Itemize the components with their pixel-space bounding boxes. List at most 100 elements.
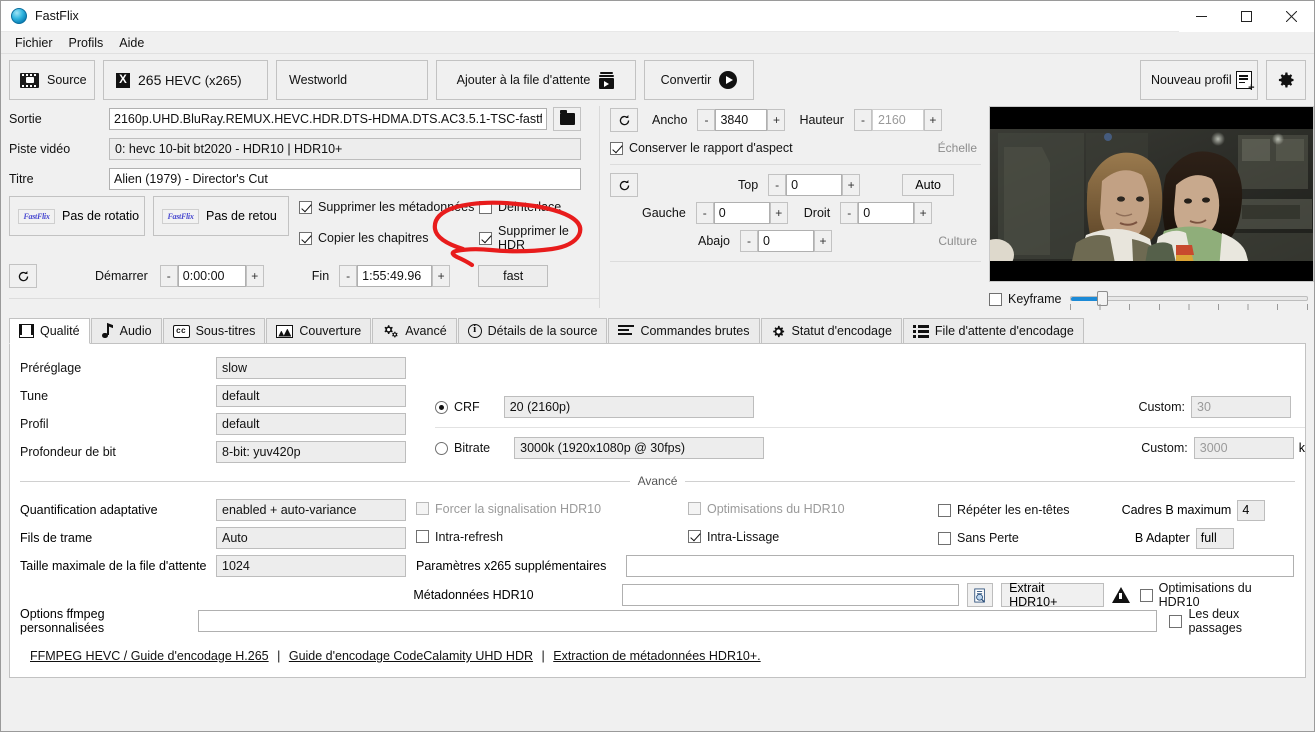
menu-fichier[interactable]: Fichier	[7, 34, 61, 52]
flip-select-button[interactable]: FastFlix Pas de retou	[153, 196, 289, 236]
hdr10-meta-input[interactable]	[622, 584, 959, 606]
new-profile-button[interactable]: Nouveau profil +	[1140, 60, 1258, 100]
profile-select[interactable]: default	[216, 413, 406, 435]
hdr10-opt2-checkbox[interactable]: Optimisations du HDR10	[1140, 581, 1295, 609]
crop-bottom-input[interactable]	[758, 230, 814, 252]
frame-threads-select[interactable]: Auto	[216, 527, 406, 549]
trim-reset-button[interactable]	[9, 264, 37, 288]
end-decrement-button[interactable]: -	[339, 265, 357, 287]
ffmpeg-options-input[interactable]	[198, 610, 1157, 632]
crop-left-input[interactable]	[714, 202, 770, 224]
source-button[interactable]: Source	[9, 60, 95, 100]
speed-preset-select[interactable]: fast	[478, 265, 548, 287]
output-path-input[interactable]	[109, 108, 547, 130]
lossless-checkbox[interactable]: Sans Perte	[938, 531, 1019, 545]
intra-refresh-checkbox[interactable]: Intra-refresh	[416, 530, 503, 544]
checkbox-box	[1140, 589, 1153, 602]
two-pass-checkbox[interactable]: Les deux passages	[1169, 607, 1295, 635]
minimize-button[interactable]	[1179, 1, 1224, 32]
preset-select[interactable]: slow	[216, 357, 406, 379]
link-divider-2: |	[542, 649, 545, 663]
tab-commandes-brutes[interactable]: Commandes brutes	[608, 318, 759, 343]
remove-hdr-checkbox[interactable]: Supprimer le HDR	[479, 224, 599, 252]
crf-select[interactable]: 20 (2160p)	[504, 396, 754, 418]
bitdepth-select[interactable]: 8-bit: yuv420p	[216, 441, 406, 463]
browse-folder-button[interactable]	[553, 107, 581, 131]
copy-chapters-checkbox[interactable]: Copier les chapitres	[299, 224, 479, 252]
aq-select[interactable]: enabled + auto-variance	[216, 499, 406, 521]
hdr10-opt-checkbox[interactable]: Optimisations du HDR10	[688, 502, 845, 516]
tab-file-attente[interactable]: File d'attente d'encodage	[903, 318, 1084, 343]
max-queue-input[interactable]: 1024	[216, 555, 406, 577]
start-time-input[interactable]	[178, 265, 246, 287]
codec-button[interactable]: X 265 HEVC (x265)	[103, 60, 268, 100]
video-track-select[interactable]: 0: hevc 10-bit bt2020 - HDR10 | HDR10+	[109, 138, 581, 160]
crop-top-input[interactable]	[786, 174, 842, 196]
menu-aide[interactable]: Aide	[111, 34, 152, 52]
add-to-queue-button[interactable]: Ajouter à la file d'attente	[436, 60, 636, 100]
bitrate-custom-input[interactable]: 3000	[1194, 437, 1294, 459]
end-increment-button[interactable]: +	[432, 265, 450, 287]
hdr10-file-picker-button[interactable]	[967, 583, 993, 607]
extract-hdr10plus-button[interactable]: Extrait HDR10+	[1001, 583, 1104, 607]
intra-smoothing-checkbox[interactable]: Intra-Lissage	[688, 530, 779, 544]
link-hdr10plus-extraction[interactable]: Extraction de métadonnées HDR10+.	[553, 649, 760, 663]
crop-auto-button[interactable]: Auto	[902, 174, 954, 196]
repeat-headers-label: Répéter les en-têtes	[957, 503, 1070, 517]
crop-top-increment-button[interactable]: +	[842, 174, 860, 196]
deinterlace-checkbox[interactable]: Deinterlace	[479, 200, 599, 214]
crop-top-decrement-button[interactable]: -	[768, 174, 786, 196]
tab-audio[interactable]: Audio	[91, 318, 162, 343]
rotation-select-button[interactable]: FastFlix Pas de rotatio	[9, 196, 145, 236]
tab-couverture[interactable]: Couverture	[266, 318, 371, 343]
badapt-select[interactable]: full	[1196, 528, 1234, 549]
crop-right-decrement-button[interactable]: -	[840, 202, 858, 224]
keyframe-checkbox[interactable]: Keyframe	[989, 292, 1062, 306]
profile-select-button[interactable]: Westworld	[276, 60, 428, 100]
link-ffmpeg-hevc-guide[interactable]: FFMPEG HEVC / Guide d'encodage H.265	[30, 649, 269, 663]
scale-reset-button[interactable]	[610, 108, 638, 132]
crop-bottom-decrement-button[interactable]: -	[740, 230, 758, 252]
width-increment-button[interactable]: +	[767, 109, 785, 131]
remove-metadata-checkbox[interactable]: Supprimer les métadonnées	[299, 200, 479, 214]
title-input[interactable]	[109, 168, 581, 190]
preset-label: Préréglage	[20, 361, 216, 375]
tab-qualite[interactable]: Qualité	[9, 318, 90, 344]
crop-right-input[interactable]	[858, 202, 914, 224]
tab-avance[interactable]: Avancé	[372, 318, 456, 343]
settings-button[interactable]	[1266, 60, 1306, 100]
tab-statut-encodage[interactable]: Statut d'encodage	[761, 318, 902, 343]
x265-params-input[interactable]	[626, 555, 1294, 577]
convert-button[interactable]: Convertir	[644, 60, 754, 100]
height-decrement-button[interactable]: -	[854, 109, 872, 131]
tune-select[interactable]: default	[216, 385, 406, 407]
max-bframes-input[interactable]: 4	[1237, 500, 1265, 521]
crf-radio[interactable]: CRF	[435, 400, 480, 414]
crop-reset-button[interactable]	[610, 173, 638, 197]
end-time-input[interactable]	[357, 265, 432, 287]
bitrate-radio[interactable]: Bitrate	[435, 441, 490, 455]
close-button[interactable]	[1269, 1, 1314, 32]
force-hdr10-checkbox[interactable]: Forcer la signalisation HDR10	[416, 502, 601, 516]
crop-right-increment-button[interactable]: +	[914, 202, 932, 224]
height-increment-button[interactable]: +	[924, 109, 942, 131]
bitrate-select[interactable]: 3000k (1920x1080p @ 30fps)	[514, 437, 764, 459]
height-input[interactable]: 2160	[872, 109, 924, 131]
tab-details-source[interactable]: Détails de la source	[458, 318, 608, 343]
crop-left-decrement-button[interactable]: -	[696, 202, 714, 224]
crop-left-increment-button[interactable]: +	[770, 202, 788, 224]
start-decrement-button[interactable]: -	[160, 265, 178, 287]
crop-bottom-increment-button[interactable]: +	[814, 230, 832, 252]
maximize-button[interactable]	[1224, 1, 1269, 32]
menu-profils[interactable]: Profils	[61, 34, 112, 52]
repeat-headers-checkbox[interactable]: Répéter les en-têtes	[938, 503, 1070, 517]
start-increment-button[interactable]: +	[246, 265, 264, 287]
tab-sous-titres[interactable]: cc Sous-titres	[163, 318, 266, 343]
crf-custom-input[interactable]: 30	[1191, 396, 1291, 418]
width-decrement-button[interactable]: -	[697, 109, 715, 131]
preview-position-slider[interactable]	[1070, 290, 1308, 308]
link-codecalamity-guide[interactable]: Guide d'encodage CodeCalamity UHD HDR	[289, 649, 533, 663]
video-preview[interactable]	[989, 106, 1314, 282]
keep-aspect-checkbox[interactable]: Conserver le rapport d'aspect	[610, 141, 793, 155]
width-input[interactable]	[715, 109, 767, 131]
